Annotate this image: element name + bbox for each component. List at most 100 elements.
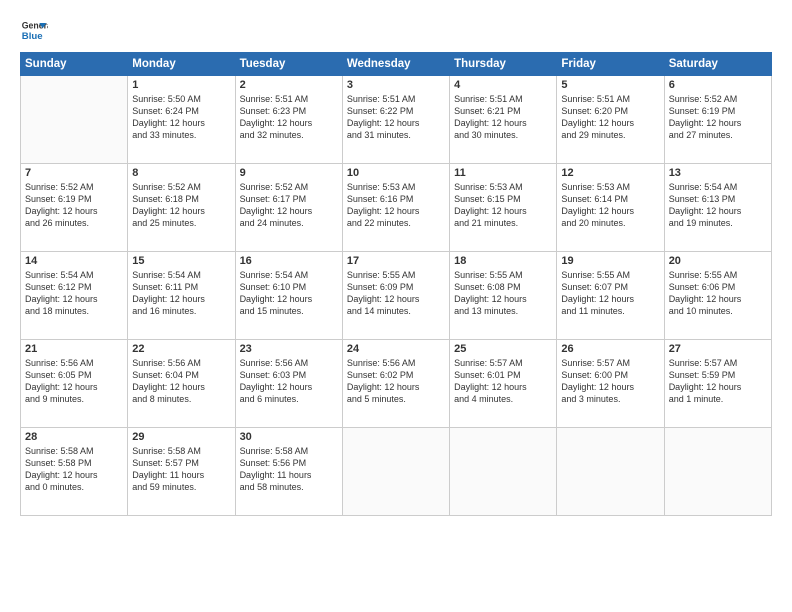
week-row-3: 14 Sunrise: 5:54 AM Sunset: 6:12 PM Dayli… [21,252,772,340]
calendar-cell: 15 Sunrise: 5:54 AM Sunset: 6:11 PM Dayli… [128,252,235,340]
day-info: Sunrise: 5:56 AM Sunset: 6:02 PM Dayligh… [347,357,445,406]
week-row-5: 28 Sunrise: 5:58 AM Sunset: 5:58 PM Dayli… [21,428,772,516]
weekday-header-saturday: Saturday [664,53,771,76]
calendar-cell: 21 Sunrise: 5:56 AM Sunset: 6:05 PM Dayli… [21,340,128,428]
calendar-cell: 23 Sunrise: 5:56 AM Sunset: 6:03 PM Dayli… [235,340,342,428]
day-number: 28 [25,431,123,443]
calendar-cell: 20 Sunrise: 5:55 AM Sunset: 6:06 PM Dayli… [664,252,771,340]
calendar-cell: 13 Sunrise: 5:54 AM Sunset: 6:13 PM Dayli… [664,164,771,252]
day-info: Sunrise: 5:51 AM Sunset: 6:23 PM Dayligh… [240,93,338,142]
weekday-header-sunday: Sunday [21,53,128,76]
day-info: Sunrise: 5:50 AM Sunset: 6:24 PM Dayligh… [132,93,230,142]
day-info: Sunrise: 5:51 AM Sunset: 6:21 PM Dayligh… [454,93,552,142]
calendar-cell: 5Sunrise: 5:51 AM Sunset: 6:20 PM Daylig… [557,76,664,164]
calendar-cell: 2Sunrise: 5:51 AM Sunset: 6:23 PM Daylig… [235,76,342,164]
calendar-cell [21,76,128,164]
day-info: Sunrise: 5:57 AM Sunset: 6:01 PM Dayligh… [454,357,552,406]
day-info: Sunrise: 5:53 AM Sunset: 6:16 PM Dayligh… [347,181,445,230]
day-info: Sunrise: 5:52 AM Sunset: 6:17 PM Dayligh… [240,181,338,230]
day-info: Sunrise: 5:58 AM Sunset: 5:58 PM Dayligh… [25,445,123,494]
day-number: 16 [240,255,338,267]
calendar-cell: 27Sunrise: 5:57 AM Sunset: 5:59 PM Dayli… [664,340,771,428]
day-info: Sunrise: 5:53 AM Sunset: 6:14 PM Dayligh… [561,181,659,230]
day-info: Sunrise: 5:55 AM Sunset: 6:07 PM Dayligh… [561,269,659,318]
day-info: Sunrise: 5:54 AM Sunset: 6:12 PM Dayligh… [25,269,123,318]
day-number: 24 [347,343,445,355]
calendar-cell [342,428,449,516]
calendar-cell: 1 Sunrise: 5:50 AM Sunset: 6:24 PM Daylig… [128,76,235,164]
header: General Blue [20,16,772,44]
day-number: 15 [132,255,230,267]
weekday-header-thursday: Thursday [450,53,557,76]
day-number: 23 [240,343,338,355]
day-number: 20 [669,255,767,267]
day-number: 17 [347,255,445,267]
day-info: Sunrise: 5:56 AM Sunset: 6:05 PM Dayligh… [25,357,123,406]
day-info: Sunrise: 5:52 AM Sunset: 6:19 PM Dayligh… [25,181,123,230]
day-info: Sunrise: 5:57 AM Sunset: 5:59 PM Dayligh… [669,357,767,406]
calendar-cell: 14 Sunrise: 5:54 AM Sunset: 6:12 PM Dayli… [21,252,128,340]
day-number: 3 [347,79,445,91]
day-info: Sunrise: 5:58 AM Sunset: 5:56 PM Dayligh… [240,445,338,494]
day-number: 18 [454,255,552,267]
calendar-cell: 26Sunrise: 5:57 AM Sunset: 6:00 PM Dayli… [557,340,664,428]
svg-text:Blue: Blue [22,31,43,42]
day-info: Sunrise: 5:55 AM Sunset: 6:09 PM Dayligh… [347,269,445,318]
calendar-cell: 16 Sunrise: 5:54 AM Sunset: 6:10 PM Dayli… [235,252,342,340]
day-info: Sunrise: 5:54 AM Sunset: 6:10 PM Dayligh… [240,269,338,318]
day-info: Sunrise: 5:55 AM Sunset: 6:08 PM Dayligh… [454,269,552,318]
day-number: 12 [561,167,659,179]
day-number: 26 [561,343,659,355]
day-number: 10 [347,167,445,179]
day-info: Sunrise: 5:51 AM Sunset: 6:22 PM Dayligh… [347,93,445,142]
calendar-cell: 12 Sunrise: 5:53 AM Sunset: 6:14 PM Dayli… [557,164,664,252]
calendar-cell: 30 Sunrise: 5:58 AM Sunset: 5:56 PM Dayli… [235,428,342,516]
day-info: Sunrise: 5:54 AM Sunset: 6:13 PM Dayligh… [669,181,767,230]
calendar-cell [557,428,664,516]
day-number: 8 [132,167,230,179]
day-info: Sunrise: 5:54 AM Sunset: 6:11 PM Dayligh… [132,269,230,318]
calendar-cell: 19 Sunrise: 5:55 AM Sunset: 6:07 PM Dayli… [557,252,664,340]
day-info: Sunrise: 5:52 AM Sunset: 6:18 PM Dayligh… [132,181,230,230]
day-info: Sunrise: 5:56 AM Sunset: 6:04 PM Dayligh… [132,357,230,406]
calendar-cell: 9 Sunrise: 5:52 AM Sunset: 6:17 PM Daylig… [235,164,342,252]
day-number: 11 [454,167,552,179]
logo: General Blue [20,16,48,44]
day-info: Sunrise: 5:55 AM Sunset: 6:06 PM Dayligh… [669,269,767,318]
weekday-header-tuesday: Tuesday [235,53,342,76]
day-number: 4 [454,79,552,91]
day-number: 14 [25,255,123,267]
calendar-cell: 17 Sunrise: 5:55 AM Sunset: 6:09 PM Dayli… [342,252,449,340]
logo-icon: General Blue [20,16,48,44]
calendar-cell: 24 Sunrise: 5:56 AM Sunset: 6:02 PM Dayli… [342,340,449,428]
week-row-4: 21 Sunrise: 5:56 AM Sunset: 6:05 PM Dayli… [21,340,772,428]
day-info: Sunrise: 5:56 AM Sunset: 6:03 PM Dayligh… [240,357,338,406]
day-number: 29 [132,431,230,443]
day-number: 7 [25,167,123,179]
day-info: Sunrise: 5:51 AM Sunset: 6:20 PM Dayligh… [561,93,659,142]
day-number: 19 [561,255,659,267]
day-number: 22 [132,343,230,355]
day-number: 30 [240,431,338,443]
weekday-header-monday: Monday [128,53,235,76]
weekday-header-wednesday: Wednesday [342,53,449,76]
day-number: 1 [132,79,230,91]
calendar-cell [450,428,557,516]
week-row-1: 1 Sunrise: 5:50 AM Sunset: 6:24 PM Daylig… [21,76,772,164]
day-number: 6 [669,79,767,91]
day-number: 13 [669,167,767,179]
calendar-cell: 11Sunrise: 5:53 AM Sunset: 6:15 PM Dayli… [450,164,557,252]
calendar-cell: 8 Sunrise: 5:52 AM Sunset: 6:18 PM Daylig… [128,164,235,252]
calendar-table: SundayMondayTuesdayWednesdayThursdayFrid… [20,52,772,516]
day-number: 25 [454,343,552,355]
calendar-cell: 3 Sunrise: 5:51 AM Sunset: 6:22 PM Daylig… [342,76,449,164]
calendar-cell: 6Sunrise: 5:52 AM Sunset: 6:19 PM Daylig… [664,76,771,164]
weekday-header-friday: Friday [557,53,664,76]
calendar-cell: 22 Sunrise: 5:56 AM Sunset: 6:04 PM Dayli… [128,340,235,428]
calendar-cell: 7 Sunrise: 5:52 AM Sunset: 6:19 PM Daylig… [21,164,128,252]
calendar-cell [664,428,771,516]
calendar-cell: 4 Sunrise: 5:51 AM Sunset: 6:21 PM Daylig… [450,76,557,164]
day-number: 21 [25,343,123,355]
day-number: 9 [240,167,338,179]
calendar-cell: 25 Sunrise: 5:57 AM Sunset: 6:01 PM Dayli… [450,340,557,428]
